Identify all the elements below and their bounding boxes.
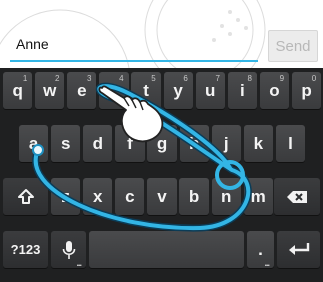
period-key-label: . [258,239,263,259]
key-j-label: j [223,133,229,153]
key-m-label: m [250,186,266,206]
key-y-label: y [173,80,183,100]
key-o-label: o [269,80,280,100]
key-b-label: b [188,186,200,206]
key-a-label: a [28,133,39,153]
key-r[interactable]: r4 [99,72,129,109]
key-w[interactable]: w2 [35,72,65,109]
key-e-label: e [77,80,87,100]
key-q-hint: 1 [22,74,28,83]
key-r-label: r [110,80,118,100]
key-d-label: d [92,133,104,153]
key-t[interactable]: t5 [131,72,161,109]
key-p-label: p [301,80,312,100]
key-c[interactable]: c [115,178,145,215]
key-k[interactable]: k [243,125,273,162]
compose-area: Anne Send [0,0,323,68]
key-q[interactable]: q1 [3,72,33,109]
key-e[interactable]: e3 [67,72,97,109]
microphone-key-more-dots: ... [76,258,81,268]
key-c-label: c [125,186,135,206]
keyboard: q1w2e3r4t5y6u7i8o9p0 asdfghjkl zxcvbnm ?… [0,68,323,282]
key-b[interactable]: b [179,178,209,215]
key-h[interactable]: h [179,125,209,162]
key-r-hint: 4 [119,74,124,83]
key-o-hint: 9 [279,74,285,83]
key-f[interactable]: f [115,125,145,162]
key-i-label: i [239,80,245,100]
enter-icon [288,242,309,255]
key-l-label: l [288,133,293,153]
key-t-label: t [143,80,149,100]
key-x-label: x [93,186,103,206]
key-j[interactable]: j [211,125,241,162]
shift-key[interactable] [3,178,48,215]
symbols-key-label: ?123 [10,242,41,257]
key-v[interactable]: v [147,178,177,215]
key-i[interactable]: i8 [227,72,257,109]
key-k-label: k [253,133,264,153]
key-p[interactable]: p0 [291,72,322,109]
key-l[interactable]: l [275,125,306,162]
microphone-key[interactable]: ... [51,231,86,268]
key-g[interactable]: g [147,125,177,162]
key-a[interactable]: a [19,125,49,162]
key-z-label: z [61,186,70,206]
key-o[interactable]: o9 [259,72,290,109]
key-u-hint: 7 [215,74,220,83]
key-v-label: v [157,186,167,206]
key-f-label: f [127,133,133,153]
send-button[interactable]: Send [268,30,318,62]
key-y[interactable]: y6 [163,72,193,109]
key-x[interactable]: x [83,178,113,215]
key-w-label: w [43,80,57,100]
key-q-label: q [12,80,23,100]
period-key[interactable]: .... [247,231,274,268]
key-p-hint: 0 [311,74,317,83]
backspace-icon [287,190,307,203]
enter-key[interactable] [277,231,320,268]
shift-icon [17,188,34,204]
key-i-hint: 8 [247,74,252,83]
key-y-hint: 6 [183,74,188,83]
symbols-key[interactable]: ?123 [3,231,48,268]
key-s[interactable]: s [51,125,81,162]
key-u-label: u [205,80,216,100]
key-s-label: s [61,133,71,153]
key-h-label: h [188,133,200,153]
key-m[interactable]: m [243,178,273,215]
space-key[interactable] [89,231,244,268]
key-n-label: n [220,186,232,206]
key-t-hint: 5 [151,74,156,83]
backspace-key[interactable] [274,178,320,215]
key-e-hint: 3 [87,74,92,83]
key-u[interactable]: u7 [195,72,225,109]
key-w-hint: 2 [54,74,60,83]
key-d[interactable]: d [83,125,113,162]
message-input-value: Anne [16,36,49,52]
key-g-label: g [156,133,168,153]
key-n[interactable]: n [211,178,241,215]
key-z[interactable]: z [51,178,81,215]
period-key-more-dots: ... [264,258,269,268]
microphone-icon [62,240,75,259]
